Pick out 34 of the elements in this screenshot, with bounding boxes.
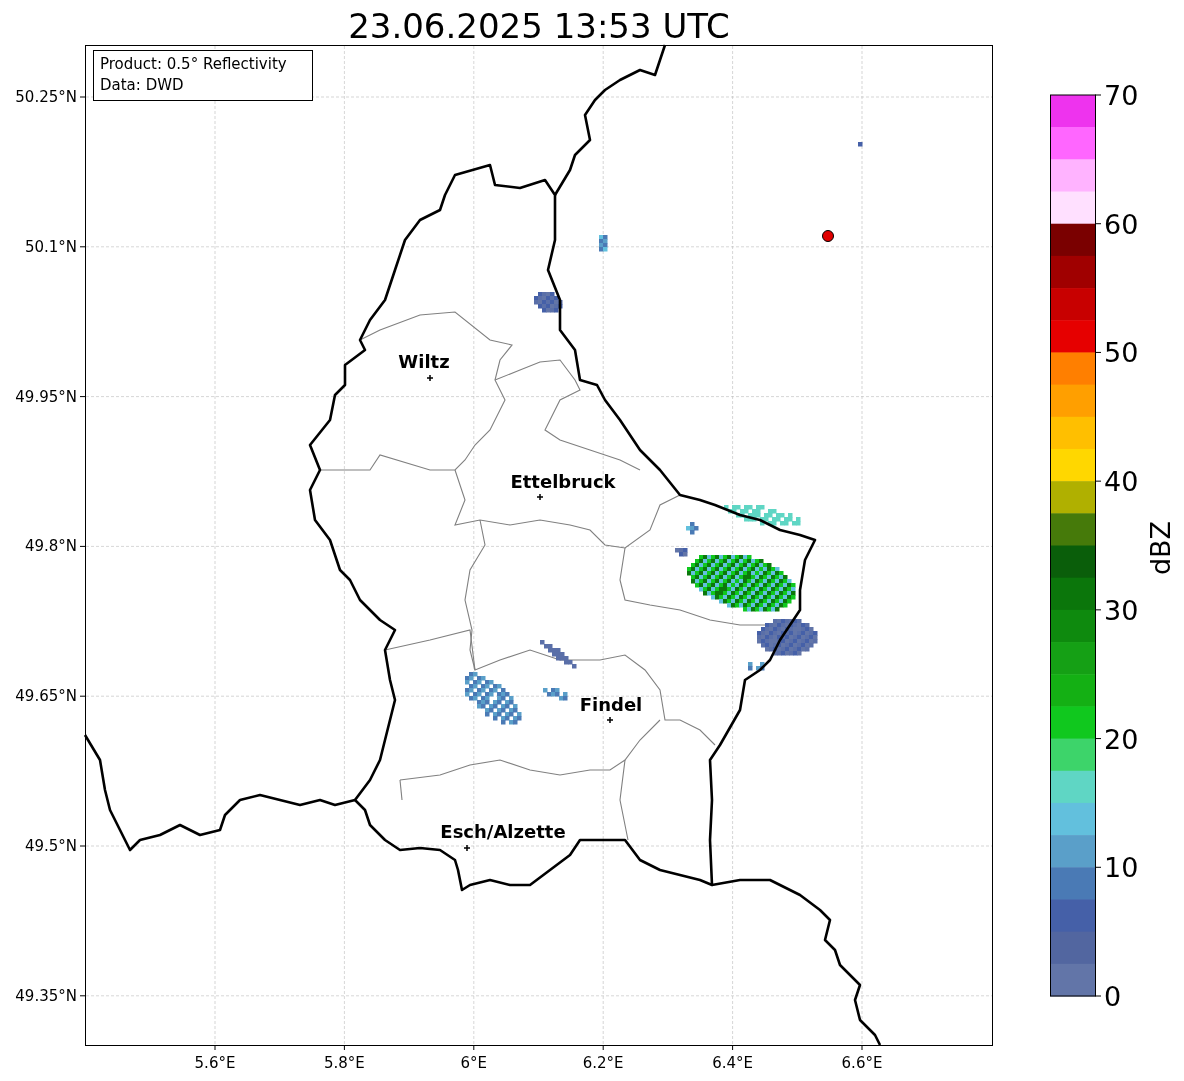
colorbar-tick-label: 70 (1104, 80, 1139, 111)
legend-text: Data: DWD (100, 76, 184, 94)
colorbar-tick-label: 40 (1104, 466, 1139, 498)
city-marker-icon (536, 493, 544, 501)
latitude-label: 49.8°N (24, 537, 77, 556)
longitude-label: 6.4°E (712, 1054, 753, 1072)
colorbar-tick-label: 0 (1104, 981, 1122, 1012)
city-label: Ettelbruck (510, 471, 616, 492)
city-marker-icon (463, 844, 471, 852)
colorbar-tick-label: 60 (1104, 208, 1139, 240)
city-label: Findel (579, 694, 643, 715)
longitude-label: 6.6°E (841, 1054, 883, 1072)
colorbar-tick-label: 10 (1104, 852, 1139, 884)
latitude-label: 49.35°N (15, 986, 77, 1005)
legend-text: Product: 0.5° Reflectivity (100, 55, 287, 73)
longitude-label: 6.2°E (582, 1054, 624, 1072)
city-marker-icon (426, 374, 434, 382)
latitude-label: 49.65°N (15, 687, 77, 706)
longitude-label: 5.6°E (194, 1054, 236, 1072)
location-dot (822, 230, 834, 242)
colorbar-tick-label: 50 (1104, 337, 1139, 369)
colorbar-tick-label: 30 (1104, 594, 1139, 626)
city-label: Wiltz (398, 351, 450, 372)
latitude-label: 49.95°N (15, 387, 77, 406)
longitude-label: 5.8°E (324, 1054, 365, 1072)
colorbar-tick-label: 20 (1104, 723, 1139, 755)
chart-title: 23.06.2025 13:53 UTC (348, 6, 730, 46)
longitude-label: 6°E (460, 1054, 488, 1072)
latitude-label: 49.5°N (24, 837, 77, 855)
latitude-label: 50.1°N (24, 237, 77, 256)
colorbar-label: dBZ (1145, 520, 1176, 576)
city-label: Esch/Alzette (440, 821, 566, 842)
city-marker-icon (606, 716, 614, 724)
latitude-label: 50.25°N (15, 88, 77, 106)
